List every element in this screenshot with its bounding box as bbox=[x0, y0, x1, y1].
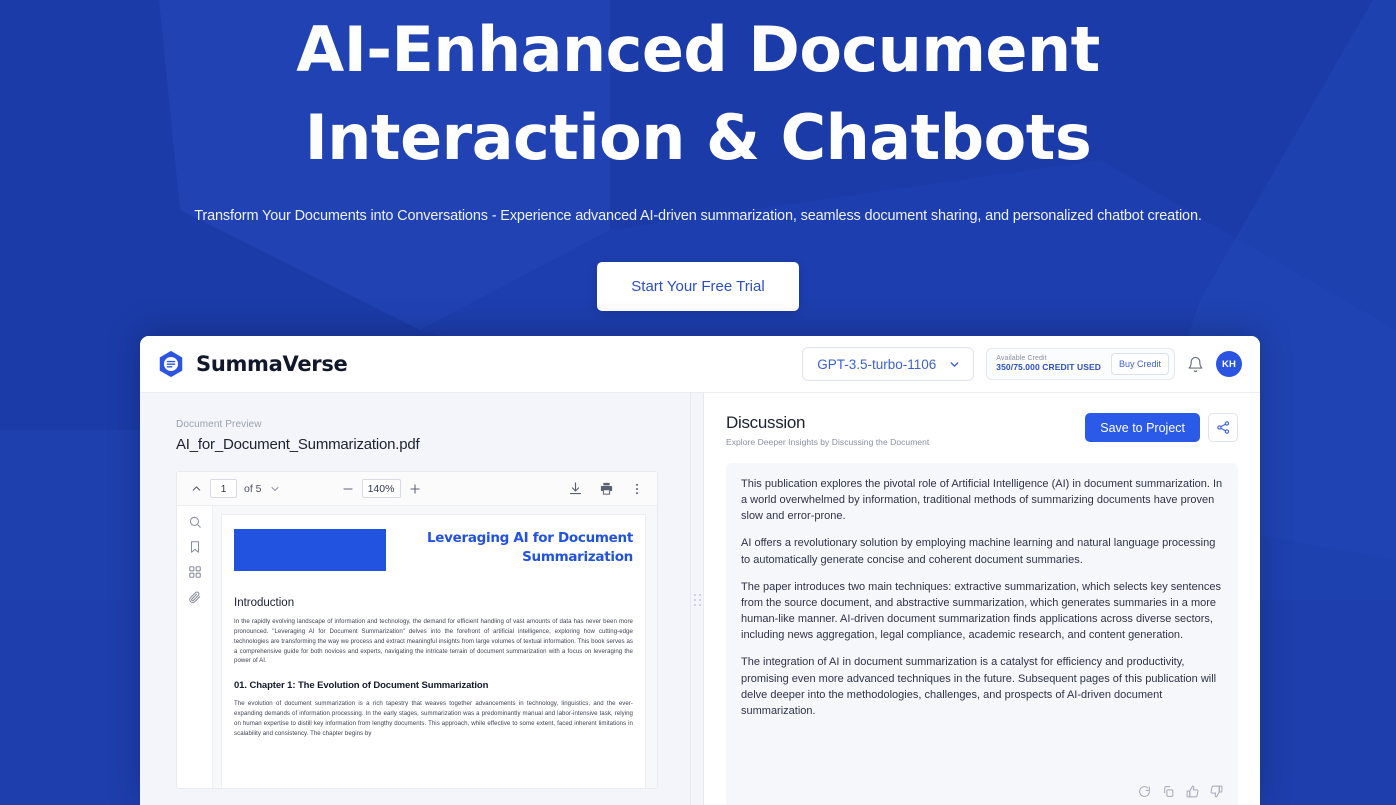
chevron-down-icon bbox=[948, 358, 961, 371]
pdf-tool-sidebar bbox=[177, 506, 213, 788]
discussion-paragraph: This publication explores the pivotal ro… bbox=[741, 478, 1223, 523]
zoom-level-input[interactable] bbox=[361, 479, 401, 498]
credit-badge: Available Credit 350/75.000 CREDIT USED … bbox=[986, 348, 1175, 380]
app-window: SummaVerse GPT-3.5-turbo-1106 Available … bbox=[140, 336, 1260, 805]
document-filename: AI_for_Document_Summarization.pdf bbox=[176, 436, 420, 453]
hero-subtitle: Transform Your Documents into Conversati… bbox=[194, 208, 1202, 225]
bell-icon[interactable] bbox=[1187, 356, 1204, 373]
zoom-out-button[interactable] bbox=[341, 482, 355, 496]
discussion-paragraph: The integration of AI in document summar… bbox=[741, 656, 1217, 717]
pdf-page: Leveraging AI for Document Summarization… bbox=[222, 515, 645, 788]
thumbnails-grid-icon[interactable] bbox=[188, 565, 202, 579]
hero-title-line-2: Interaction & Chatbots bbox=[304, 101, 1092, 175]
thumbs-up-icon[interactable] bbox=[1186, 785, 1199, 798]
discussion-subtitle: Explore Deeper Insights by Discussing th… bbox=[726, 437, 930, 447]
credit-text: Available Credit 350/75.000 CREDIT USED bbox=[996, 355, 1101, 373]
document-preview-label: Document Preview bbox=[176, 419, 262, 430]
pdf-toolbar: of 5 bbox=[177, 472, 657, 506]
bookmark-icon[interactable] bbox=[188, 540, 202, 554]
cta-container: Start Your Free Trial bbox=[0, 262, 1396, 312]
pdf-viewer: of 5 bbox=[176, 471, 658, 789]
regenerate-icon[interactable] bbox=[1138, 785, 1151, 798]
save-to-project-button[interactable]: Save to Project bbox=[1085, 413, 1200, 442]
app-body: Document Preview AI_for_Document_Summari… bbox=[140, 393, 1260, 805]
model-select-value: GPT-3.5-turbo-1106 bbox=[817, 356, 937, 372]
drag-handle-icon[interactable] bbox=[693, 593, 701, 606]
pane-divider[interactable] bbox=[690, 393, 704, 805]
zoom-in-button[interactable] bbox=[408, 482, 422, 496]
app-topbar: SummaVerse GPT-3.5-turbo-1106 Available … bbox=[140, 336, 1260, 393]
hero-section: AI-Enhanced Document Interaction & Chatb… bbox=[0, 0, 1396, 312]
buy-credit-button[interactable]: Buy Credit bbox=[1110, 353, 1169, 375]
attachment-icon[interactable] bbox=[188, 590, 202, 604]
discussion-actions: Save to Project bbox=[1085, 413, 1238, 442]
topbar-controls: GPT-3.5-turbo-1106 Available Credit 350/… bbox=[802, 347, 1242, 381]
pdf-chapter-heading: 01. Chapter 1: The Evolution of Document… bbox=[234, 680, 489, 692]
document-preview-pane: Document Preview AI_for_Document_Summari… bbox=[140, 393, 690, 805]
model-select[interactable]: GPT-3.5-turbo-1106 bbox=[802, 347, 975, 381]
download-icon[interactable] bbox=[568, 481, 583, 496]
page-title: AI-Enhanced Document Interaction & Chatb… bbox=[0, 0, 1396, 182]
brand-name: SummaVerse bbox=[196, 352, 348, 376]
pdf-intro-heading: Introduction bbox=[234, 597, 295, 609]
pdf-header-color-block bbox=[234, 529, 386, 571]
share-button[interactable] bbox=[1208, 413, 1238, 442]
chevron-down-icon[interactable] bbox=[269, 483, 281, 495]
thumbs-down-icon[interactable] bbox=[1210, 785, 1223, 798]
discussion-paragraph: The paper introduces two main techniques… bbox=[741, 580, 1221, 642]
pdf-chapter-paragraph: The evolution of document summarization … bbox=[234, 700, 633, 737]
discussion-title: Discussion bbox=[726, 413, 806, 432]
message-feedback-bar bbox=[741, 785, 1223, 800]
pdf-document-title: Leveraging AI for Document Summarization bbox=[426, 530, 633, 565]
chevron-up-icon[interactable] bbox=[190, 482, 203, 495]
share-nodes-icon bbox=[1216, 420, 1231, 435]
print-icon[interactable] bbox=[599, 481, 614, 496]
hexagon-document-icon bbox=[156, 349, 186, 379]
brand[interactable]: SummaVerse bbox=[156, 349, 348, 379]
discussion-paragraph: AI offers a revolutionary solution by em… bbox=[741, 537, 1216, 566]
avatar[interactable]: KH bbox=[1216, 351, 1242, 377]
discussion-message-card: This publication explores the pivotal ro… bbox=[726, 463, 1238, 805]
copy-icon[interactable] bbox=[1162, 785, 1175, 798]
discussion-pane: Discussion Explore Deeper Insights by Di… bbox=[704, 393, 1260, 805]
start-free-trial-button[interactable]: Start Your Free Trial bbox=[597, 262, 799, 312]
credit-value: 350/75.000 CREDIT USED bbox=[996, 362, 1101, 373]
hero-title-line-1: AI-Enhanced Document bbox=[296, 13, 1100, 86]
more-vertical-icon[interactable] bbox=[630, 482, 644, 496]
discussion-titles: Discussion Explore Deeper Insights by Di… bbox=[726, 413, 929, 447]
discussion-header: Discussion Explore Deeper Insights by Di… bbox=[726, 413, 1238, 447]
page-number-input[interactable] bbox=[210, 479, 237, 498]
pdf-page-header: Leveraging AI for Document Summarization bbox=[234, 529, 633, 571]
search-icon[interactable] bbox=[188, 515, 202, 529]
pdf-intro-paragraph: In the rapidly evolving landscape of inf… bbox=[234, 618, 633, 665]
page-total-label: of 5 bbox=[244, 482, 262, 495]
pdf-main: Leveraging AI for Document Summarization… bbox=[177, 506, 657, 788]
pdf-page-area[interactable]: Leveraging AI for Document Summarization… bbox=[213, 506, 657, 788]
